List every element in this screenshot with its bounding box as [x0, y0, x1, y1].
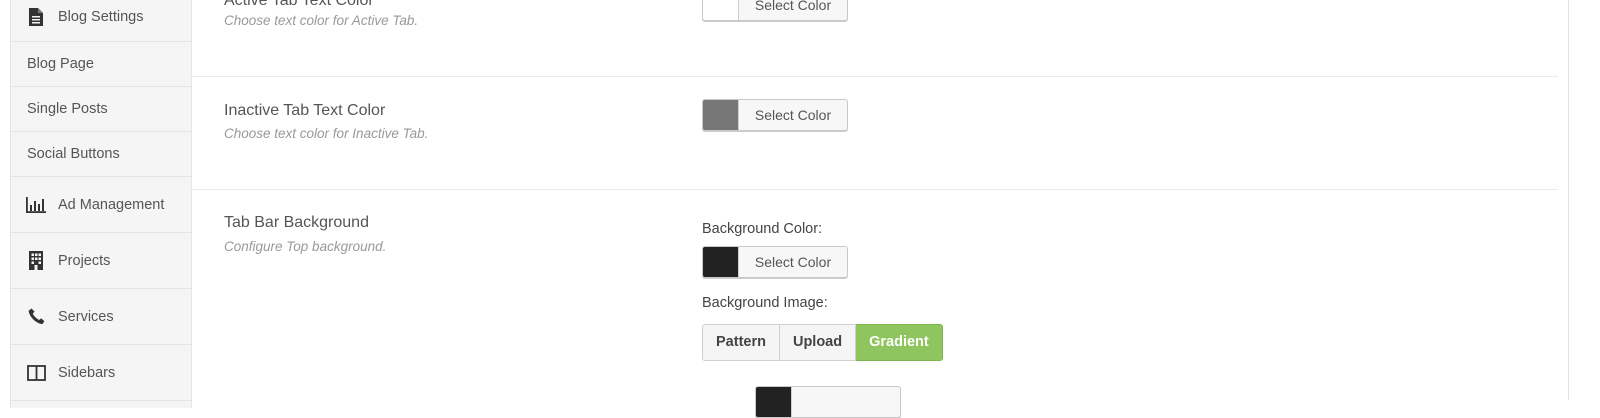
sidebar-item-label: Ad Management [58, 196, 165, 213]
setting-row-inactive-tab-text: Inactive Tab Text Color Choose text colo… [191, 76, 1558, 190]
sidebar-item-label: Projects [58, 252, 111, 269]
settings-sidebar: Blog Settings Blog Page Single Posts Soc… [10, 0, 192, 408]
phone-icon [26, 307, 46, 327]
settings-content: Active Tab Text Color Choose text color … [191, 0, 1558, 418]
sidebar-item-single-posts[interactable]: Single Posts [11, 87, 191, 132]
sidebar-item-ad-management[interactable]: Ad Management [11, 177, 191, 233]
gradient-option-button[interactable]: Gradient [856, 324, 943, 361]
select-color-label: Select Color [754, 254, 832, 270]
background-color-picker-button[interactable]: Select Color [702, 246, 848, 278]
color-swatch [703, 0, 739, 20]
building-icon [26, 251, 46, 271]
sidebar-item-label: Sidebars [58, 364, 116, 381]
inactive-tab-color-picker-button[interactable]: Select Color [702, 99, 848, 131]
sidebar-item-social-buttons[interactable]: Social Buttons [11, 132, 191, 177]
pattern-option-button[interactable]: Pattern [702, 324, 780, 361]
setting-row-active-tab-text: Active Tab Text Color Choose text color … [191, 0, 1558, 77]
sidebar-item-projects[interactable]: Projects [11, 233, 191, 289]
setting-description: Choose text color for Inactive Tab. [224, 126, 429, 141]
bar-chart-icon [26, 195, 46, 215]
sidebar-item-label: Blog Settings [58, 8, 144, 25]
sidebar-item-sidebars[interactable]: Sidebars [11, 345, 191, 401]
setting-description: Configure Top background. [224, 239, 387, 254]
background-image-label: Background Image: [702, 295, 828, 311]
setting-title: Inactive Tab Text Color [224, 102, 386, 119]
sidebar-item-services[interactable]: Services [11, 289, 191, 345]
sidebar-item-label: Social Buttons [27, 146, 120, 162]
setting-title: Active Tab Text Color [224, 0, 374, 9]
page-scrollbar[interactable] [1568, 0, 1569, 400]
background-color-label: Background Color: [702, 221, 823, 237]
color-swatch [756, 387, 792, 417]
sidebar-item-label: Blog Page [27, 56, 94, 72]
color-swatch [703, 247, 739, 277]
columns-icon [26, 363, 46, 383]
setting-title: Tab Bar Background [224, 214, 369, 231]
sidebar-item-blog-settings[interactable]: Blog Settings [11, 0, 191, 42]
select-color-label: Select Color [754, 0, 832, 13]
sidebar-item-blog-page[interactable]: Blog Page [11, 42, 191, 87]
color-swatch [703, 100, 739, 130]
sidebar-item-label: Single Posts [27, 101, 108, 117]
sidebar-item-label: Services [58, 308, 114, 325]
background-image-mode-selector: Pattern Upload Gradient [702, 324, 943, 361]
setting-description: Choose text color for Active Tab. [224, 13, 419, 28]
upload-option-button[interactable]: Upload [779, 324, 857, 361]
gradient-color-picker-button[interactable] [755, 386, 901, 418]
select-color-label: Select Color [754, 107, 832, 123]
document-icon [26, 7, 46, 27]
active-tab-color-picker-button[interactable]: Select Color [702, 0, 848, 21]
